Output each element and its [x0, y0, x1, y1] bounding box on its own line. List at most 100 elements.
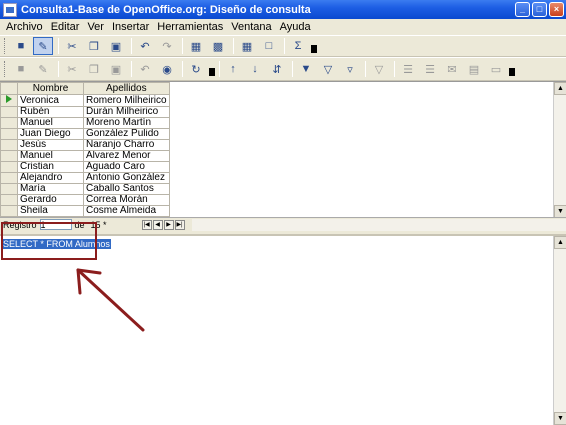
explorer-icon[interactable]: ▭ [486, 60, 506, 78]
menu-ayuda[interactable]: Ayuda [276, 21, 315, 33]
sort-descending-icon[interactable]: ↓ [245, 60, 265, 78]
undo-icon[interactable]: ↶ [135, 37, 155, 55]
functions-icon[interactable]: ▩ [208, 37, 228, 55]
paste-icon[interactable]: ▣ [106, 37, 126, 55]
find-icon[interactable]: ◉ [157, 60, 177, 78]
table-row[interactable]: Jesús Naranjo Charro [0, 139, 170, 151]
sort-ascending-icon[interactable]: ↑ [223, 60, 243, 78]
sql-mode-icon[interactable]: Σ [288, 37, 308, 55]
cell-apellidos[interactable]: Antonio González [83, 172, 170, 184]
row-header[interactable] [0, 117, 18, 129]
cut-icon[interactable]: ✂ [62, 37, 82, 55]
menu-ventana[interactable]: Ventana [227, 21, 275, 33]
next-record-icon[interactable]: ▶ [163, 219, 174, 230]
save-icon[interactable]: ■ [11, 37, 31, 55]
column-header-nombre[interactable]: Nombre [17, 82, 84, 95]
edit-data-icon[interactable]: ✎ [33, 60, 53, 78]
alias-icon[interactable]: □ [259, 37, 279, 55]
row-header[interactable] [0, 94, 18, 107]
table-name-icon[interactable]: ▦ [237, 37, 257, 55]
cell-apellidos[interactable]: Correa Morán [83, 194, 170, 206]
copy-icon[interactable]: ❐ [84, 37, 104, 55]
sort-icon[interactable]: ⇵ [267, 60, 287, 78]
cell-nombre[interactable]: Alejandro [17, 172, 84, 184]
previous-record-icon[interactable]: ◀ [152, 219, 163, 230]
copy-icon[interactable]: ❐ [84, 60, 104, 78]
cell-apellidos[interactable]: Naranjo Charro [83, 139, 170, 151]
cell-apellidos[interactable]: Cosme Almeida [83, 205, 170, 217]
undo-icon[interactable]: ↶ [135, 60, 155, 78]
first-record-icon[interactable]: |◀ [141, 219, 152, 230]
last-record-icon[interactable]: ▶| [174, 219, 185, 230]
table-row[interactable]: Rubén Durán Milheirico [0, 106, 170, 118]
table-row[interactable]: Manuel Álvarez Menor [0, 150, 170, 162]
maximize-button[interactable]: □ [532, 2, 547, 17]
menu-ver[interactable]: Ver [83, 21, 108, 33]
column-header-apellidos[interactable]: Apellidos [83, 82, 170, 95]
grid-corner[interactable] [0, 82, 18, 95]
row-header[interactable] [0, 106, 18, 118]
row-header[interactable] [0, 205, 18, 217]
table-row[interactable]: Veronica Romero Milheirico [0, 94, 170, 107]
mail-merge-icon[interactable]: ✉ [442, 60, 462, 78]
toolbar-options-icon[interactable] [310, 37, 318, 55]
table-row[interactable]: Gerardo Correa Morán [0, 194, 170, 206]
cell-nombre[interactable]: María [17, 183, 84, 195]
cell-apellidos[interactable]: Álvarez Menor [83, 150, 170, 162]
cell-nombre[interactable]: Juan Diego [17, 128, 84, 140]
cell-apellidos[interactable]: Durán Milheirico [83, 106, 170, 118]
row-header[interactable] [0, 194, 18, 206]
data-source-icon[interactable]: ▤ [464, 60, 484, 78]
row-header[interactable] [0, 150, 18, 162]
cell-nombre[interactable]: Manuel [17, 150, 84, 162]
cell-apellidos[interactable]: Aguado Caro [83, 161, 170, 173]
grid-horizontal-scrollbar[interactable] [191, 218, 566, 231]
scroll-down-icon[interactable]: ▼ [554, 412, 566, 425]
cell-nombre[interactable]: Gerardo [17, 194, 84, 206]
menu-herramientas[interactable]: Herramientas [153, 21, 227, 33]
cell-nombre[interactable]: Sheila [17, 205, 84, 217]
sql-vertical-scrollbar[interactable]: ▲ ▼ [553, 236, 566, 425]
table-row[interactable]: Manuel Moreno Martín [0, 117, 170, 129]
apply-filter-icon[interactable]: ▽ [318, 60, 338, 78]
scroll-up-icon[interactable]: ▲ [554, 82, 566, 95]
toolbar-options-icon[interactable] [508, 60, 516, 78]
standard-filter-icon[interactable]: ▿ [340, 60, 360, 78]
refresh-dropdown-icon[interactable] [208, 60, 216, 78]
table-row[interactable]: Cristian Aguado Caro [0, 161, 170, 173]
table-row[interactable]: Sheila Cosme Almeida [0, 205, 170, 217]
toolbar-grip[interactable] [4, 38, 7, 54]
refresh-icon[interactable]: ↻ [186, 60, 206, 78]
data-to-text-icon[interactable]: ☰ [398, 60, 418, 78]
toolbar-grip[interactable] [4, 61, 7, 77]
row-header[interactable] [0, 128, 18, 140]
table-row[interactable]: María Caballo Santos [0, 183, 170, 195]
edit-icon[interactable]: ✎ [33, 37, 53, 55]
add-tables-icon[interactable]: ▦ [186, 37, 206, 55]
cell-apellidos[interactable]: Romero Milheirico [83, 94, 170, 107]
row-header[interactable] [0, 172, 18, 184]
cell-apellidos[interactable]: Caballo Santos [83, 183, 170, 195]
paste-icon[interactable]: ▣ [106, 60, 126, 78]
menu-insertar[interactable]: Insertar [108, 21, 153, 33]
row-header[interactable] [0, 139, 18, 151]
scroll-up-icon[interactable]: ▲ [554, 236, 566, 249]
menu-archivo[interactable]: Archivo [2, 21, 47, 33]
cut-icon[interactable]: ✂ [62, 60, 82, 78]
close-button[interactable]: × [549, 2, 564, 17]
row-header[interactable] [0, 161, 18, 173]
cell-nombre[interactable]: Veronica [17, 94, 84, 107]
cell-nombre[interactable]: Manuel [17, 117, 84, 129]
table-row[interactable]: Juan Diego González Pulido [0, 128, 170, 140]
autofilter-icon[interactable]: ▼ [296, 60, 316, 78]
sql-editor[interactable]: SELECT * FROM Alumnos ▲ ▼ [0, 234, 566, 425]
cell-nombre[interactable]: Cristian [17, 161, 84, 173]
table-row[interactable]: Alejandro Antonio González [0, 172, 170, 184]
minimize-button[interactable]: _ [515, 2, 530, 17]
menu-editar[interactable]: Editar [47, 21, 84, 33]
grid-vertical-scrollbar[interactable]: ▲ ▼ [553, 82, 566, 218]
row-header[interactable] [0, 183, 18, 195]
remove-filter-icon[interactable]: ▽ [369, 60, 389, 78]
cell-apellidos[interactable]: González Pulido [83, 128, 170, 140]
redo-icon[interactable]: ↷ [157, 37, 177, 55]
